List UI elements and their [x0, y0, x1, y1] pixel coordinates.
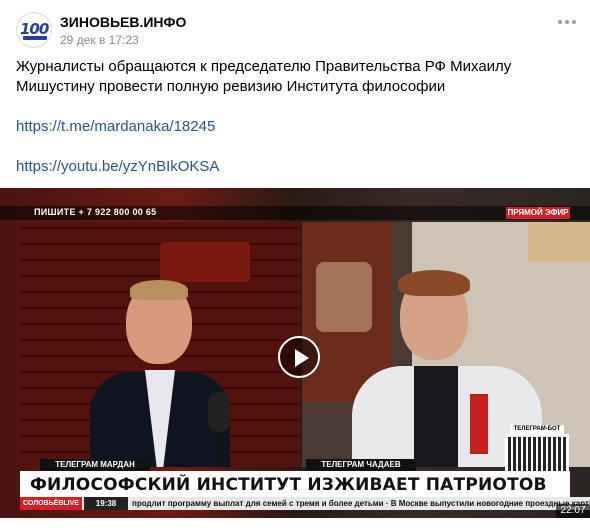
- video-headline-text: ФИЛОСОФСКИЙ ИНСТИТУТ ИЗЖИВАЕТ ПАТРИОТОВ: [30, 475, 547, 495]
- caption-left: ТЕЛЕГРАМ МАРДАН: [40, 459, 150, 471]
- more-dot: [565, 20, 569, 24]
- ticker-time: 19:38: [84, 497, 128, 510]
- play-icon[interactable]: [278, 336, 320, 378]
- author-avatar[interactable]: 100: [16, 12, 52, 48]
- ticker-text: продлит программу выплат для семей с тре…: [132, 499, 590, 508]
- host-left-hair: [130, 280, 188, 300]
- video-duration: 22:07: [556, 504, 590, 518]
- microphone: [208, 392, 230, 432]
- post-text-line: Журналисты обращаются к председателю Пра…: [16, 58, 512, 75]
- host-right-shirt: [414, 366, 458, 467]
- author-name[interactable]: ЗИНОВЬЕВ.ИНФО: [60, 14, 186, 30]
- youtube-link[interactable]: https://youtu.be/yzYnBIkOKSA: [16, 158, 219, 175]
- post-text-line: Мишустину провести полную ревизию Инстит…: [16, 78, 446, 95]
- play-triangle: [295, 349, 309, 367]
- host-right-hair: [398, 270, 470, 296]
- more-dot: [572, 20, 576, 24]
- microphone-stand: [216, 432, 222, 467]
- lamp: [528, 222, 590, 262]
- qr-label: ТЕЛЕГРАМ-БОТ: [510, 425, 564, 434]
- video-headline: ФИЛОСОФСКИЙ ИНСТИТУТ ИЗЖИВАЕТ ПАТРИОТОВ: [20, 471, 570, 497]
- post-text: Журналисты обращаются к председателю Пра…: [16, 57, 576, 97]
- telegram-link[interactable]: https://t.me/mardanaka/18245: [16, 118, 215, 135]
- more-dot: [558, 20, 562, 24]
- post-date[interactable]: 29 дек в 17:23: [60, 33, 139, 47]
- video-panel-left: [20, 222, 300, 467]
- news-ticker: СОЛОВЬЁВLIVE 19:38 продлит программу вып…: [20, 497, 590, 510]
- more-dots-icon[interactable]: [558, 20, 576, 26]
- post-header: 100 ЗИНОВЬЕВ.ИНФО 29 дек в 17:23: [16, 10, 576, 50]
- host-left: [90, 280, 230, 467]
- live-badge: ПРЯМОЙ ЭФИР: [506, 207, 570, 219]
- avatar-logo-bar: [23, 36, 47, 40]
- caption-right: ТЕЛЕГРАМ ЧАДАЕВ: [306, 459, 416, 471]
- channel-logo: СОЛОВЬЁВLIVE: [20, 497, 82, 510]
- studio-sign: [160, 242, 250, 282]
- host-right-stripe: [470, 394, 488, 454]
- video-player[interactable]: ПИШИТЕ + 7 922 800 00 65 ПРЯМОЙ ЭФИР ТЕЛ…: [0, 188, 590, 518]
- phone-caption: ПИШИТЕ + 7 922 800 00 65: [34, 207, 157, 217]
